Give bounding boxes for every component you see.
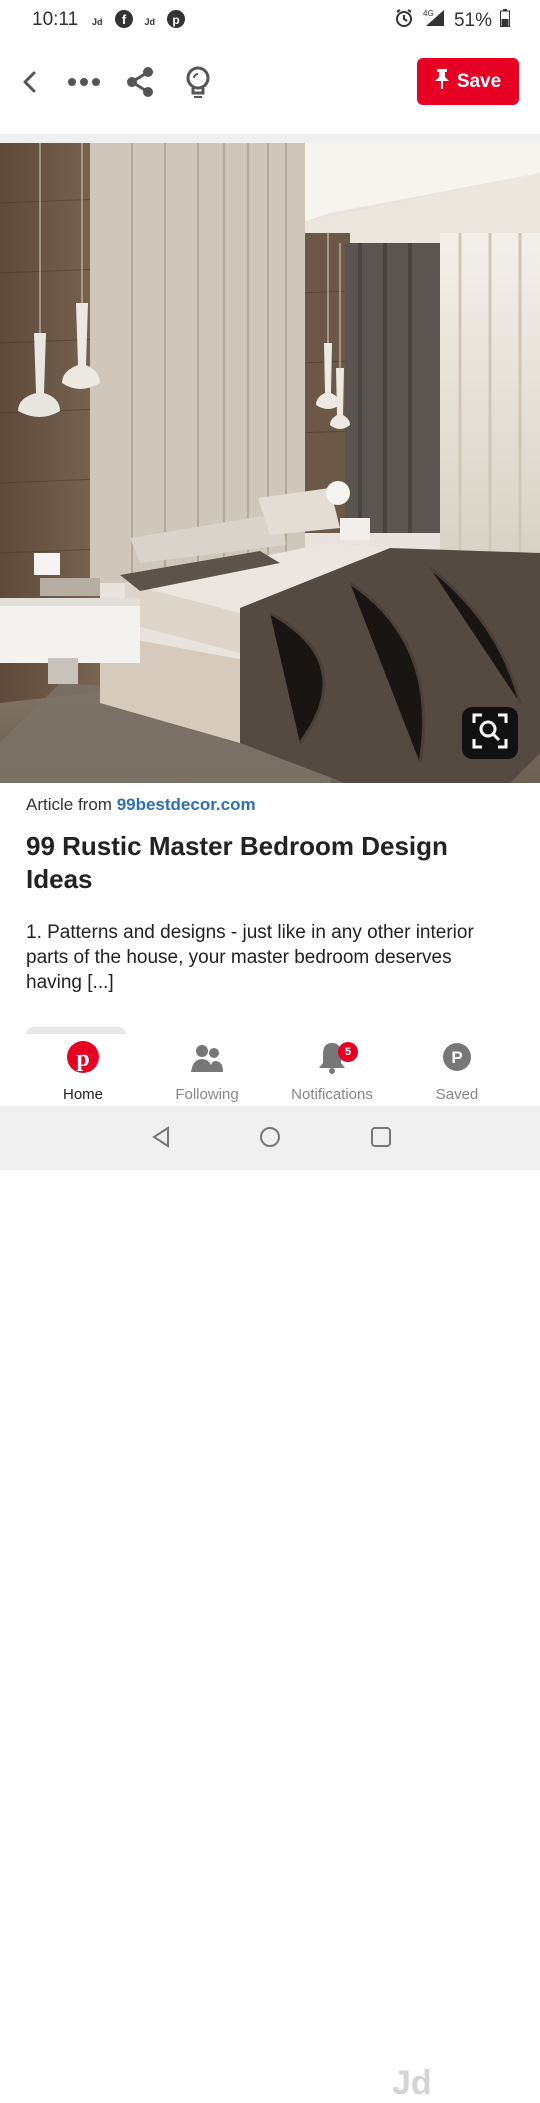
bottom-navigation: p Home Following 5 Notifications P Saved…	[0, 1034, 540, 2102]
lens-search-icon	[472, 713, 508, 754]
share-icon[interactable]	[120, 62, 160, 102]
nav-notifications-label: Notifications	[291, 1086, 373, 1103]
avatar-letter: P	[451, 1048, 462, 1067]
save-button[interactable]: Save	[417, 58, 519, 105]
pin-icon	[434, 68, 449, 96]
article-source-link[interactable]: 99bestdecor.com	[117, 795, 256, 814]
back-arrow-icon[interactable]	[10, 62, 50, 102]
toolbar-divider	[0, 134, 540, 143]
nav-following[interactable]: Following	[147, 1040, 267, 1103]
nav-saved-label: Saved	[435, 1086, 479, 1103]
notification-icons: Jd f Jd p	[92, 10, 186, 33]
network-type: 4G	[423, 9, 434, 18]
status-bar: 10:11 Jd f Jd p 4G 51%	[0, 0, 540, 44]
people-icon	[190, 1040, 224, 1079]
pin-toolbar: Save	[0, 44, 540, 134]
system-navigation-bar	[0, 1106, 540, 1170]
system-back-icon[interactable]	[150, 1126, 172, 1153]
article-source: Article from 99bestdecor.com	[26, 795, 256, 815]
nav-notifications[interactable]: 5 Notifications	[272, 1040, 392, 1103]
article-description: 1. Patterns and designs - just like in a…	[26, 922, 474, 993]
nav-home-label: Home	[62, 1086, 103, 1103]
article-source-prefix: Article from	[26, 795, 117, 814]
jd-app-icon-2: Jd	[144, 16, 156, 27]
signal-icon: 4G	[422, 8, 446, 34]
system-home-icon[interactable]	[259, 1126, 281, 1153]
profile-icon: P	[440, 1040, 474, 1079]
pinterest-icon: p	[167, 10, 186, 33]
svg-text:f: f	[121, 12, 126, 27]
nav-saved[interactable]: P Saved	[397, 1040, 517, 1103]
svg-text:p: p	[76, 1046, 89, 1072]
visual-search-lens-button[interactable]	[462, 707, 518, 759]
nav-home[interactable]: p Home	[23, 1040, 143, 1103]
system-status: 4G 51%	[394, 8, 510, 34]
svg-text:p: p	[172, 13, 179, 27]
more-icon[interactable]	[64, 62, 104, 102]
battery-percent: 51%	[453, 10, 492, 31]
visual-search-icon[interactable]	[178, 62, 218, 102]
jd-watermark: Jd	[392, 2064, 432, 2102]
article-title: 99 Rustic Master Bedroom Design Ideas	[26, 831, 448, 894]
battery-icon	[500, 9, 510, 33]
pin-image[interactable]	[0, 143, 540, 783]
system-recents-icon[interactable]	[370, 1126, 392, 1153]
jd-app-icon: Jd	[92, 16, 103, 27]
alarm-icon	[394, 8, 414, 34]
save-label: Save	[456, 70, 502, 92]
notification-badge: 5	[338, 1042, 358, 1062]
facebook-icon: f	[114, 10, 133, 33]
pinterest-logo-icon: p	[66, 1040, 100, 1079]
status-time: 10:11	[32, 9, 79, 30]
nav-following-label: Following	[175, 1086, 239, 1103]
